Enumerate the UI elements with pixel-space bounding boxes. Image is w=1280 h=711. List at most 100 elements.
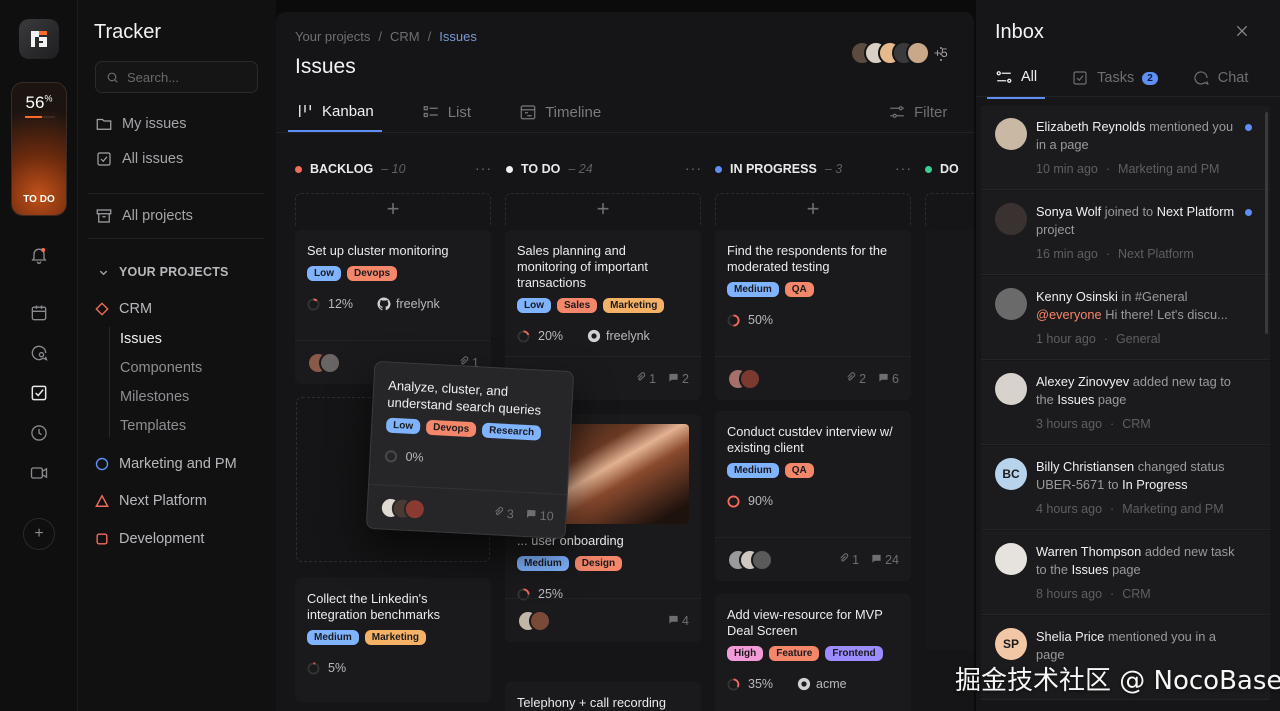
issue-card[interactable]: Find the respondents for the moderated t… <box>715 230 911 400</box>
notification-author: Sonya Wolf <box>1036 204 1102 219</box>
breadcrumb-item[interactable]: CRM <box>390 29 420 44</box>
app-logo[interactable] <box>19 19 59 59</box>
issue-card[interactable]: Conduct custdev interview w/ existing cl… <box>715 411 911 581</box>
chat-search-icon[interactable] <box>27 341 51 365</box>
notification-item[interactable]: Alexey Zinovyev added new tag to the Iss… <box>981 361 1270 445</box>
notification-item[interactable]: Warren Thompson added new task to the Is… <box>981 531 1270 615</box>
done-column-preview <box>925 230 974 650</box>
nav-all-issues[interactable]: All issues <box>95 150 183 168</box>
column-menu-icon[interactable]: ··· <box>475 160 492 176</box>
card-title: Collect the Linkedin's integration bench… <box>307 591 441 622</box>
add-workspace-button[interactable]: + <box>23 518 55 550</box>
progress-ring-icon <box>727 313 740 327</box>
avatar <box>906 41 930 65</box>
video-icon[interactable] <box>27 461 51 485</box>
column-header-in-progress: IN PROGRESS – 3 <box>715 162 842 176</box>
project-development[interactable]: Development <box>95 531 204 547</box>
column-menu-icon[interactable]: ··· <box>685 160 702 176</box>
notification-author: Warren Thompson <box>1036 544 1142 559</box>
inbox-tab-tasks[interactable]: Tasks 2 <box>1063 66 1166 99</box>
issue-card[interactable]: Telephony + call recording <box>505 682 701 711</box>
filter-button[interactable]: Filter <box>888 103 947 121</box>
checkbox-icon[interactable] <box>27 381 51 405</box>
project-name: Development <box>119 531 205 547</box>
add-card-button[interactable]: + <box>505 193 701 226</box>
calendar-icon[interactable] <box>27 301 51 325</box>
notification-context: Next Platform <box>1118 247 1194 261</box>
crm-sub-templates[interactable]: Templates <box>120 418 186 434</box>
nav-my-issues[interactable]: My issues <box>95 115 186 133</box>
card-title: Telephony + call recording <box>517 695 667 710</box>
issue-card[interactable]: Add view-resource for MVP Deal Screen Hi… <box>715 594 911 711</box>
breadcrumb-item[interactable]: Your projects <box>295 29 370 44</box>
repo-link[interactable]: freelynk <box>377 297 440 311</box>
project-next-platform[interactable]: Next Platform <box>95 493 207 509</box>
notification-text: Sonya Wolf joined to Next Platform proje… <box>1036 203 1236 238</box>
notification-highlight: Issues <box>1071 561 1109 577</box>
avatar <box>319 351 341 374</box>
tag-qa: QA <box>784 463 814 478</box>
inbox-tab-chat[interactable]: Chat <box>1184 66 1257 99</box>
more-vertical-icon[interactable]: · · · <box>936 38 946 68</box>
timeline-icon <box>520 105 536 120</box>
add-card-button[interactable] <box>925 193 974 226</box>
add-card-button[interactable]: + <box>295 193 491 226</box>
card-tags: Low Sales Marketing <box>517 298 689 313</box>
breadcrumb-current[interactable]: Issues <box>439 29 477 44</box>
card-progress: 5% <box>307 661 479 675</box>
notification-item[interactable]: Elizabeth Reynolds mentioned you in a pa… <box>981 106 1270 190</box>
search-input[interactable] <box>127 69 247 85</box>
meta-separator: · <box>1110 502 1115 516</box>
add-card-button[interactable]: + <box>715 193 911 226</box>
clock-icon[interactable] <box>27 421 51 445</box>
column-name: BACKLOG <box>310 162 374 176</box>
bell-icon[interactable] <box>27 243 51 267</box>
notification-item[interactable]: Kenny Osinski in #General @everyone Hi t… <box>981 276 1270 360</box>
member-avatars[interactable]: +5 <box>850 41 948 65</box>
progress-ring-icon <box>307 661 320 675</box>
dragged-issue-card[interactable]: Analyze, cluster, and understand search … <box>365 360 575 540</box>
inbox-tab-all[interactable]: All <box>987 66 1046 99</box>
tab-kanban[interactable]: Kanban <box>288 98 382 132</box>
avatar <box>751 548 773 571</box>
notification-meta: 8 hours ago · CRM <box>1036 587 1151 601</box>
section-title: YOUR PROJECTS <box>119 265 229 279</box>
notification-highlight: In Progress <box>1122 476 1188 492</box>
search-box[interactable] <box>95 61 258 93</box>
crm-sub-issues[interactable]: Issues <box>120 331 162 347</box>
comment-count: 10 <box>525 508 554 523</box>
project-crm[interactable]: CRM <box>95 301 152 317</box>
card-title: Analyze, cluster, and understand search … <box>387 377 542 418</box>
tag-low: Low <box>517 298 551 313</box>
repo-name: acme <box>816 677 847 691</box>
issue-card[interactable]: Collect the Linkedin's integration bench… <box>295 578 491 702</box>
notification-body: page <box>1094 391 1127 407</box>
comment-icon <box>872 554 881 563</box>
repo-link[interactable]: acme <box>797 677 847 691</box>
your-projects-toggle[interactable]: YOUR PROJECTS <box>98 265 229 279</box>
nav-all-projects[interactable]: All projects <box>95 207 193 225</box>
todo-progress-widget[interactable]: 56% TO DO <box>11 82 67 216</box>
repo-link[interactable]: freelynk <box>587 329 650 343</box>
notification-item[interactable]: BC Billy Christiansen changed status UBER… <box>981 446 1270 530</box>
notification-author: Kenny Osinski <box>1036 289 1118 304</box>
comment-icon <box>669 615 678 624</box>
crm-sub-milestones[interactable]: Milestones <box>120 389 189 405</box>
crm-sub-components[interactable]: Components <box>120 360 202 376</box>
mention-tag: @everyone <box>1036 306 1102 322</box>
status-dot <box>925 165 932 173</box>
column-menu-icon[interactable]: ··· <box>895 160 912 176</box>
tab-timeline[interactable]: Timeline <box>511 98 609 132</box>
tab-list[interactable]: List <box>414 98 479 132</box>
notification-meta: 10 min ago · Marketing and PM <box>1036 162 1219 176</box>
paperclip-icon <box>847 371 856 381</box>
notification-item[interactable]: Sonya Wolf joined to Next Platform proje… <box>981 191 1270 275</box>
notification-text: Warren Thompson added new task to the Is… <box>1036 543 1236 578</box>
notification-author: Alexey Zinovyev <box>1036 374 1130 389</box>
card-title: Add view-resource for MVP Deal Screen <box>727 607 883 638</box>
timestamp: 4 hours ago <box>1036 502 1103 516</box>
notification-meta: 4 hours ago · Marketing and PM <box>1036 502 1224 516</box>
inbox-scrollbar[interactable] <box>1265 112 1268 334</box>
project-marketing[interactable]: Marketing and PM <box>95 456 237 472</box>
close-icon[interactable] <box>1234 23 1250 39</box>
